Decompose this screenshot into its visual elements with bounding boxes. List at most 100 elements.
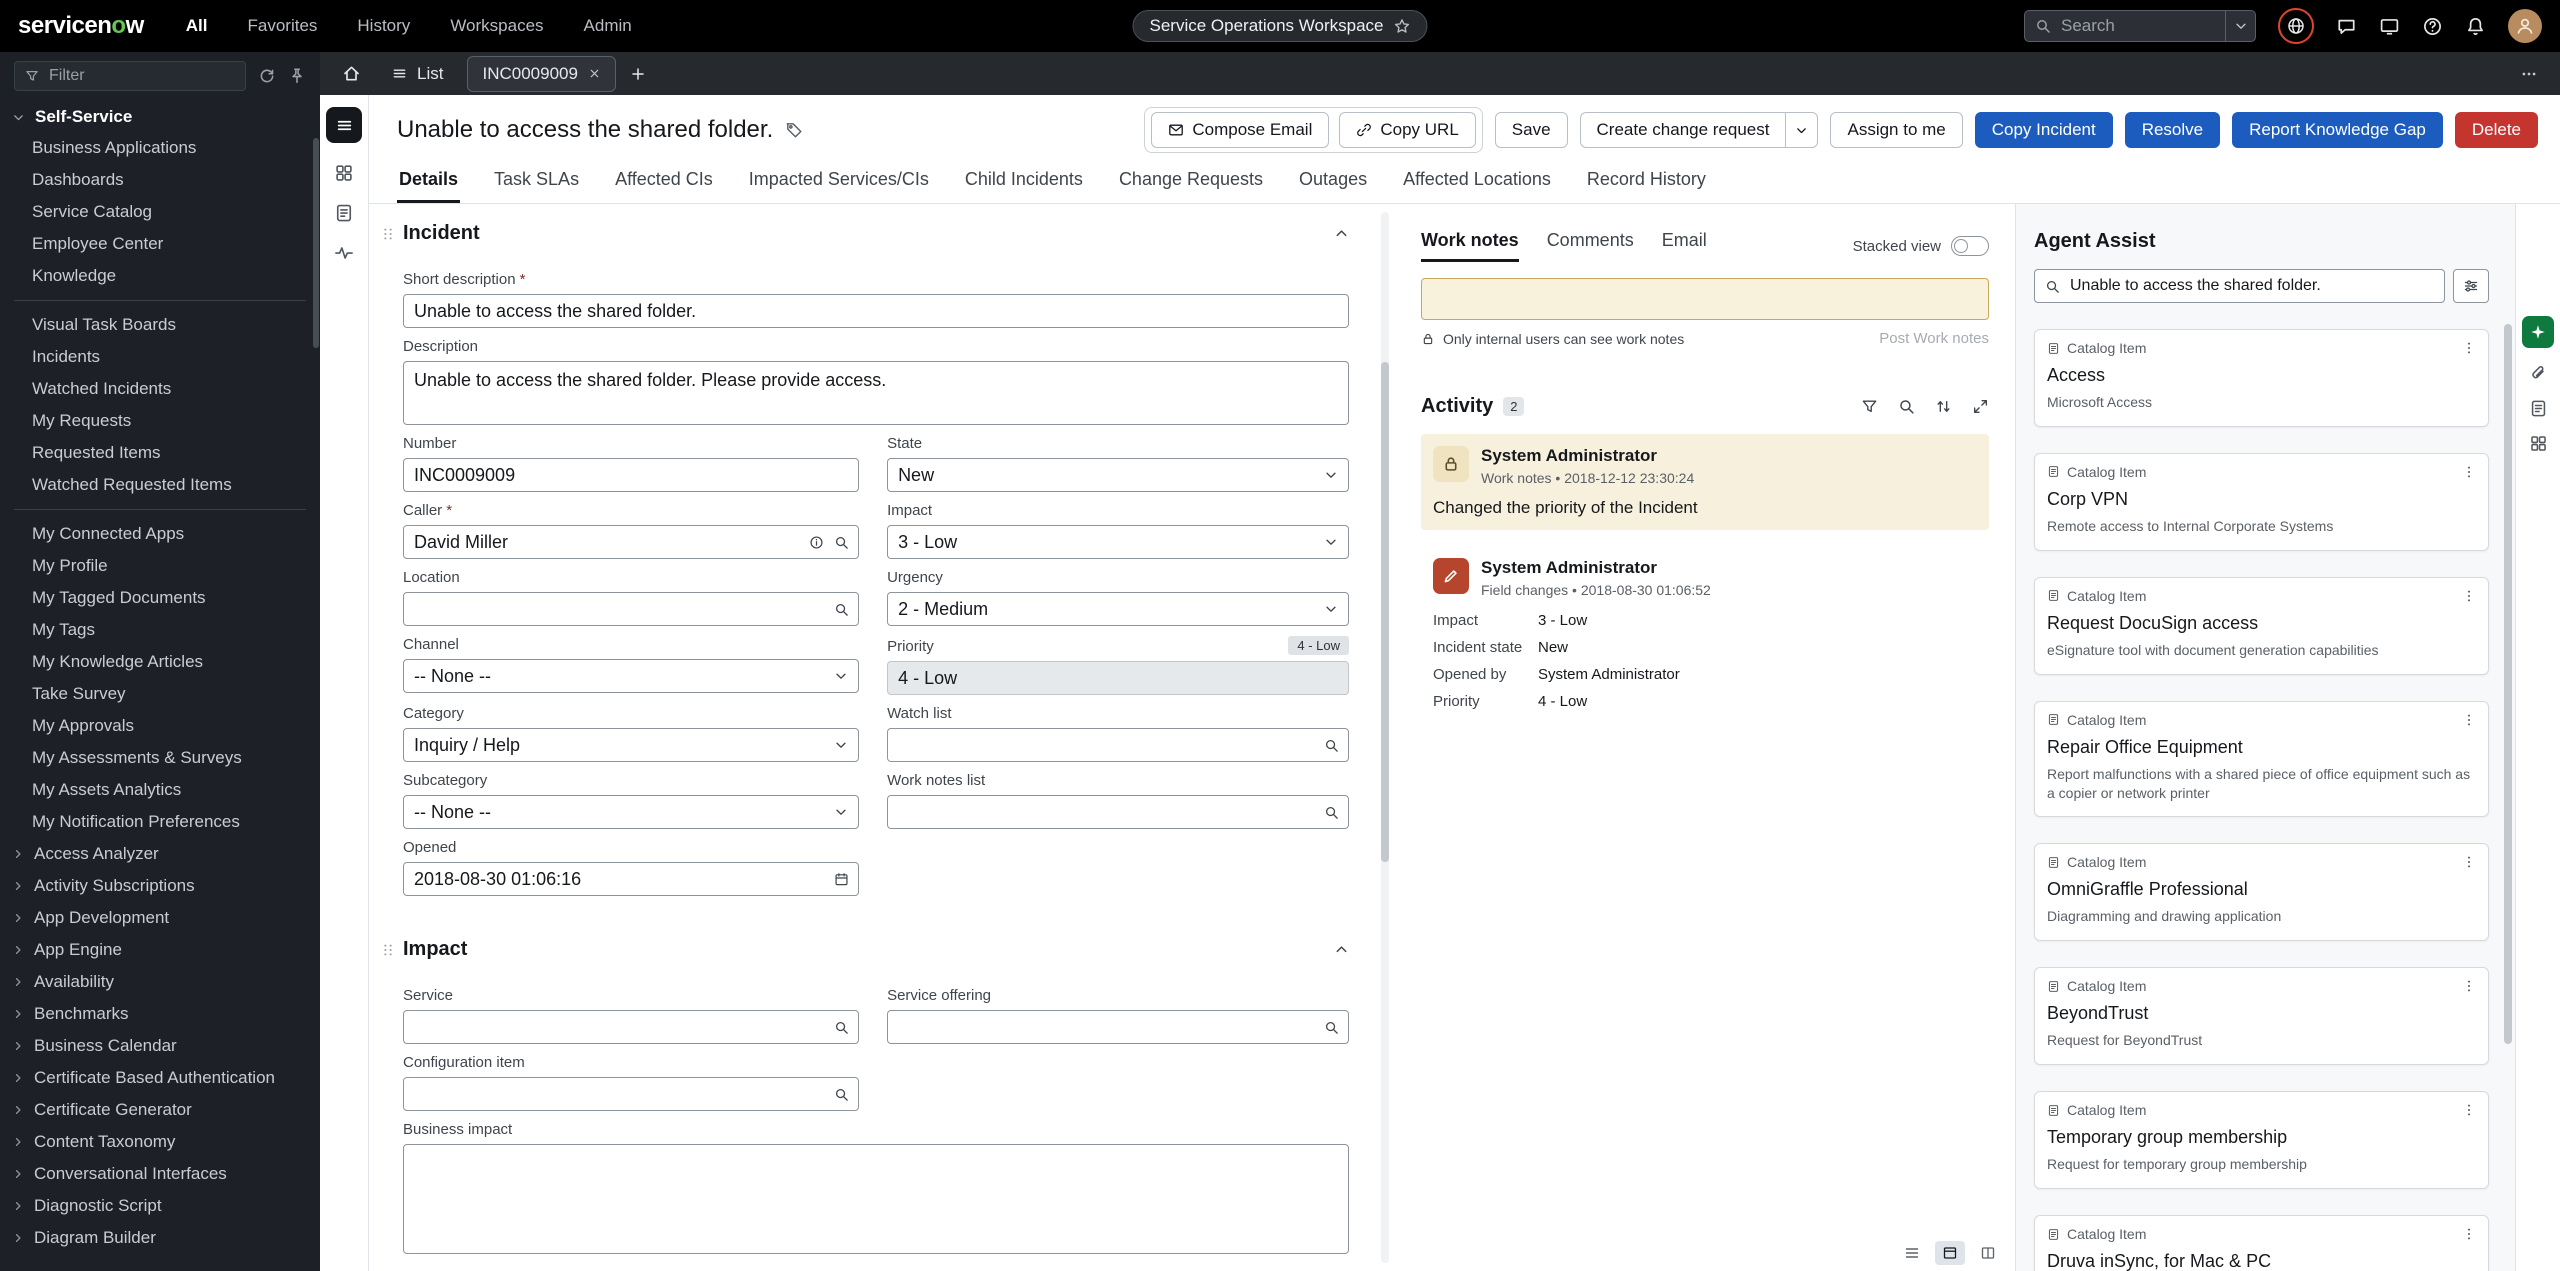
nav-module-business-calendar[interactable]: Business Calendar: [0, 1030, 320, 1062]
reference-lookup-icon[interactable]: [1324, 1020, 1339, 1035]
compose-email-button[interactable]: Compose Email: [1151, 112, 1330, 148]
nav-module-access-analyzer[interactable]: Access Analyzer: [0, 838, 320, 870]
copy-incident-button[interactable]: Copy Incident: [1974, 112, 2113, 148]
agent-assist-search-field[interactable]: [2034, 269, 2445, 303]
nav-section-self-service[interactable]: Self-Service: [0, 102, 320, 132]
workspace-switcher[interactable]: Service Operations Workspace: [1132, 10, 1428, 42]
state-select[interactable]: New: [887, 458, 1349, 492]
tab-email[interactable]: Email: [1662, 230, 1707, 262]
split-view-icon[interactable]: [1973, 1241, 2003, 1265]
opened-input[interactable]: [403, 862, 860, 896]
nav-item-my-approvals[interactable]: My Approvals: [0, 710, 320, 742]
agent-assist-scrollbar[interactable]: [2504, 214, 2512, 1261]
reference-lookup-icon[interactable]: [1324, 738, 1339, 753]
globe-indicator[interactable]: [2278, 8, 2314, 44]
feedback-chat-icon[interactable]: [2336, 16, 2357, 37]
nav-module-app-engine[interactable]: App Engine: [0, 934, 320, 966]
search-icon[interactable]: [1898, 398, 1915, 415]
agent-assist-toggle-icon[interactable]: [2522, 316, 2554, 348]
nav-module-diagnostic-script[interactable]: Diagnostic Script: [0, 1190, 320, 1222]
tab-outages[interactable]: Outages: [1297, 161, 1369, 203]
delete-button[interactable]: Delete: [2454, 112, 2538, 148]
drag-grip-icon[interactable]: [381, 227, 395, 241]
card-title[interactable]: BeyondTrust: [2047, 1003, 2476, 1024]
calendar-icon[interactable]: [834, 872, 849, 887]
nav-item-employee-center[interactable]: Employee Center: [0, 228, 320, 260]
kebab-menu-icon[interactable]: [2462, 1227, 2476, 1241]
service-input[interactable]: [403, 1010, 860, 1044]
create-change-request-caret-button[interactable]: [1786, 112, 1819, 148]
copy-url-button[interactable]: Copy URL: [1339, 112, 1476, 148]
tab-list[interactable]: List: [378, 57, 457, 91]
save-button[interactable]: Save: [1494, 112, 1568, 148]
global-search-input[interactable]: [2059, 15, 2199, 37]
tag-icon[interactable]: [785, 121, 803, 139]
tab-affected-cis[interactable]: Affected CIs: [613, 161, 715, 203]
assist-card-corp-vpn[interactable]: Catalog Item Corp VPN Remote access to I…: [2034, 452, 2489, 551]
activity-entry-field-changes[interactable]: System Administrator Field changes • 201…: [1421, 546, 1989, 732]
nav-module-content-taxonomy[interactable]: Content Taxonomy: [0, 1126, 320, 1158]
tasks-list-icon[interactable]: [334, 203, 354, 223]
tab-record-history[interactable]: Record History: [1585, 161, 1708, 203]
work-notes-input[interactable]: [1421, 278, 1989, 320]
grid-apps-icon[interactable]: [334, 163, 354, 183]
reference-lookup-icon[interactable]: [834, 602, 849, 617]
kebab-menu-icon[interactable]: [2462, 713, 2476, 727]
nav-favorites[interactable]: Favorites: [245, 10, 319, 42]
notifications-bell-icon[interactable]: [2465, 16, 2486, 37]
expand-icon[interactable]: [1972, 398, 1989, 415]
impact-select[interactable]: 3 - Low: [887, 525, 1349, 559]
nav-item-incidents[interactable]: Incidents: [0, 341, 320, 373]
nav-module-app-development[interactable]: App Development: [0, 902, 320, 934]
form-scrollbar-thumb[interactable]: [1381, 362, 1389, 862]
channel-select[interactable]: -- None --: [403, 659, 860, 693]
create-change-request-button[interactable]: Create change request: [1579, 112, 1787, 148]
nav-module-activity-subscriptions[interactable]: Activity Subscriptions: [0, 870, 320, 902]
nav-item-my-knowledge-articles[interactable]: My Knowledge Articles: [0, 646, 320, 678]
form-scrollbar[interactable]: [1381, 212, 1389, 1263]
drag-grip-icon[interactable]: [381, 943, 395, 957]
business-impact-textarea[interactable]: [403, 1144, 1349, 1254]
nav-admin[interactable]: Admin: [582, 10, 634, 42]
assist-card-docusign[interactable]: Catalog Item Request DocuSign access eSi…: [2034, 576, 2489, 675]
tab-record-inc0009009[interactable]: INC0009009: [467, 55, 616, 92]
service-offering-input[interactable]: [887, 1010, 1349, 1044]
nav-module-availability[interactable]: Availability: [0, 966, 320, 998]
number-input[interactable]: [403, 458, 860, 492]
servicenow-logo[interactable]: servicen o w: [18, 12, 144, 40]
subcategory-select[interactable]: -- None --: [403, 795, 860, 829]
attachments-paperclip-icon[interactable]: [2529, 364, 2548, 383]
kebab-menu-icon[interactable]: [2462, 979, 2476, 993]
work-notes-list-input[interactable]: [887, 795, 1349, 829]
tab-change-requests[interactable]: Change Requests: [1117, 161, 1265, 203]
reference-lookup-icon[interactable]: [834, 1020, 849, 1035]
global-search[interactable]: [2024, 10, 2256, 42]
nav-item-my-requests[interactable]: My Requests: [0, 405, 320, 437]
category-select[interactable]: Inquiry / Help: [403, 728, 860, 762]
kebab-menu-icon[interactable]: [2462, 855, 2476, 869]
card-title[interactable]: Temporary group membership: [2047, 1127, 2476, 1148]
nav-item-business-applications[interactable]: Business Applications: [0, 132, 320, 164]
kebab-menu-icon[interactable]: [2462, 341, 2476, 355]
activity-entry-work-note[interactable]: System Administrator Work notes • 2018-1…: [1421, 434, 1989, 530]
tab-overflow-icon[interactable]: [2520, 65, 2546, 83]
reference-lookup-icon[interactable]: [1324, 805, 1339, 820]
filter-funnel-icon[interactable]: [1861, 398, 1878, 415]
favorite-star-icon[interactable]: [1394, 18, 1411, 35]
tab-affected-locations[interactable]: Affected Locations: [1401, 161, 1553, 203]
nav-item-watched-requested-items[interactable]: Watched Requested Items: [0, 469, 320, 501]
reference-lookup-icon[interactable]: [834, 535, 849, 550]
pin-menu-icon[interactable]: [288, 67, 306, 85]
nav-item-knowledge[interactable]: Knowledge: [0, 260, 320, 292]
nav-filter-input[interactable]: [47, 66, 167, 86]
nav-item-my-profile[interactable]: My Profile: [0, 550, 320, 582]
nav-filter-field[interactable]: [14, 61, 246, 91]
nav-item-my-assessments-surveys[interactable]: My Assessments & Surveys: [0, 742, 320, 774]
tab-child-incidents[interactable]: Child Incidents: [963, 161, 1085, 203]
nav-item-visual-task-boards[interactable]: Visual Task Boards: [0, 309, 320, 341]
search-scope-dropdown[interactable]: [2225, 11, 2255, 41]
nav-module-certificate-based-authentication[interactable]: Certificate Based Authentication: [0, 1062, 320, 1094]
description-textarea[interactable]: Unable to access the shared folder. Plea…: [403, 361, 1349, 425]
watch-list-input[interactable]: [887, 728, 1349, 762]
sort-icon[interactable]: [1935, 398, 1952, 415]
